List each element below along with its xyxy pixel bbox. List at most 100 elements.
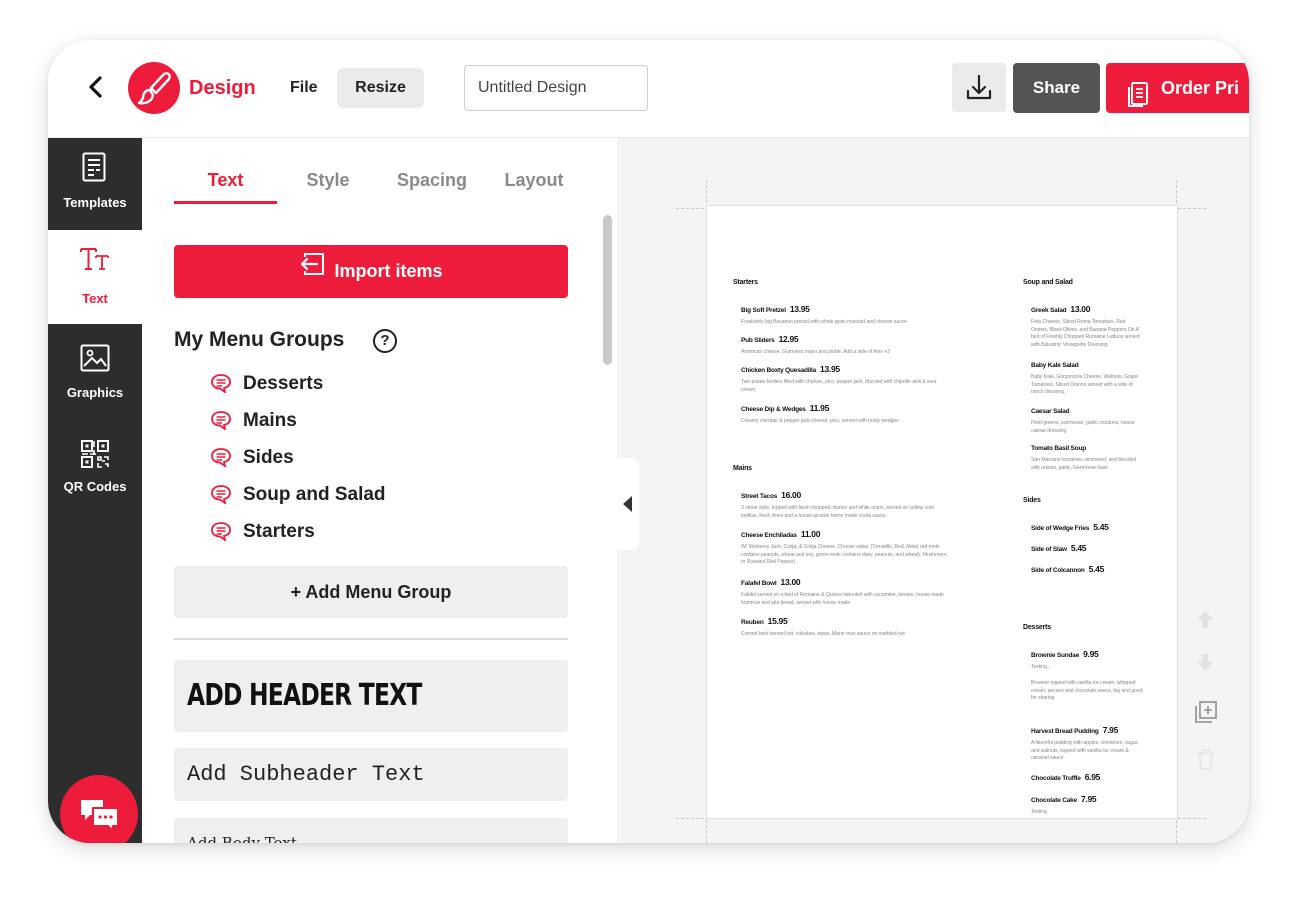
templates-icon: [82, 152, 106, 182]
help-icon[interactable]: ?: [373, 329, 397, 353]
menu-item-price: 13.00: [780, 577, 801, 587]
menu-item-name: Cheese Enchiladas: [741, 532, 797, 539]
menu-item-name: Greek Salad: [1031, 307, 1067, 314]
menu-section-heading[interactable]: Starters: [733, 279, 758, 286]
menu-item[interactable]: Big Soft Pretzel 13.95 Freakishly big Bava…: [741, 299, 951, 327]
import-items-button[interactable]: Import items: [174, 245, 568, 298]
menu-item-description: Field greens, parmesan, garlic croutons,…: [1031, 420, 1135, 434]
brand-label: Design: [189, 77, 256, 99]
menu-item-price: 6.95: [1084, 772, 1101, 782]
menu-item[interactable]: Brownie Sundae 9.95 Testing...: [1031, 644, 1143, 672]
menu-item[interactable]: Street Tacos 16.00 3 street style, topped …: [741, 485, 951, 520]
arrow-down-icon[interactable]: [1194, 652, 1216, 674]
add-menu-group-button[interactable]: + Add Menu Group: [174, 566, 568, 618]
menu-group-label: Starters: [243, 521, 315, 542]
menu-item-price: 9.95: [1083, 649, 1099, 659]
import-icon: [299, 244, 325, 297]
menu-groups-heading: My Menu Groups: [174, 328, 345, 351]
menu-item-price: 11.95: [809, 403, 830, 413]
left-rail: Templates Text Graphics QR Codes: [48, 138, 142, 843]
caret-left-icon: [623, 496, 632, 512]
menu-item[interactable]: Brownie topped with vanilla ice cream, w…: [1031, 678, 1143, 703]
menu-item[interactable]: Greek Salad 13.00 Feta Cheese, Sliced Roma…: [1031, 299, 1143, 349]
menu-item[interactable]: Chocolate Truffle 6.95: [1031, 767, 1143, 785]
text-panel: Text Style Spacing Layout Import items M…: [142, 138, 708, 843]
menu-item-description: Two potato boxties filled with chicken, …: [741, 379, 937, 393]
menu-item-name: Chocolate Truffle: [1031, 775, 1081, 782]
menu-item[interactable]: Pub Sliders 12.95 American cheese, Guinnes…: [741, 329, 951, 357]
paintbrush-icon[interactable]: [128, 62, 180, 114]
menu-item-price: 7.95: [1102, 725, 1119, 735]
menu-item-price: 13.00: [1070, 304, 1091, 314]
menu-item[interactable]: Falafel Bowl 13.00 Falafel served on a bed…: [741, 572, 951, 607]
menu-item-name: Big Soft Pretzel: [741, 307, 786, 314]
resize-button[interactable]: Resize: [337, 68, 424, 108]
menu-item-price: 7.95: [1080, 794, 1097, 804]
menu-item[interactable]: Chicken Boxty Quesadilla 13.95 Two potato …: [741, 359, 951, 394]
chevron-left-icon[interactable]: [84, 73, 108, 101]
menu-item-name: Side of Slaw: [1031, 546, 1067, 553]
speech-bubble-icon: [211, 374, 231, 393]
menu-item-description: Brownie topped with vanilla ice cream, w…: [1031, 680, 1143, 701]
menu-item[interactable]: Baby Kale Salad Baby Kale, Gorgonzola Che…: [1031, 354, 1143, 397]
speech-bubble-icon: [211, 485, 231, 504]
order-print-label: Order Pri: [1161, 78, 1240, 98]
arrow-up-icon[interactable]: [1194, 608, 1216, 630]
chat-button[interactable]: [60, 775, 138, 843]
add-body-text-button[interactable]: Add Body Text: [174, 818, 568, 843]
menu-item[interactable]: Side of Colcannon 5.45: [1031, 559, 1143, 577]
menu-section-heading[interactable]: Mains: [733, 465, 752, 472]
menu-section-heading[interactable]: Sides: [1023, 497, 1041, 504]
menu-item-price: 11.00: [800, 529, 821, 539]
chat-bubbles-icon: [81, 800, 119, 832]
rail-item-qr-codes[interactable]: QR Codes: [48, 422, 142, 514]
menu-item[interactable]: Tomato Basil Soup San Marzano tomatoes si…: [1031, 437, 1143, 472]
menu-item[interactable]: Side of Wedge Fries 5.45: [1031, 517, 1143, 535]
rail-label-text: Text: [82, 291, 108, 306]
menu-item-description: 3 street style, topped with fresh choppe…: [741, 505, 935, 519]
collapse-panel-button[interactable]: [618, 458, 639, 550]
menu-item[interactable]: Harvest Bread Pudding 7.95 A flavorful pud…: [1031, 720, 1143, 763]
menu-item-description: Baby Kale, Gorgonzola Cheese, Walnuts, G…: [1031, 374, 1138, 395]
speech-bubble-icon: [211, 448, 231, 467]
rail-item-templates[interactable]: Templates: [48, 138, 142, 230]
menu-section-heading[interactable]: Soup and Salad: [1023, 279, 1073, 286]
app-window: Design File Resize Share Order Pri: [48, 40, 1249, 843]
trash-icon[interactable]: [1196, 748, 1218, 770]
download-button[interactable]: [952, 63, 1006, 112]
menu-item-name: Pub Sliders: [741, 337, 775, 344]
menu-item-price: 13.95: [789, 304, 810, 314]
menu-section-heading[interactable]: Desserts: [1023, 624, 1051, 631]
menu-item[interactable]: Cheese Dip & Wedges 11.95 Creamy cheddar &…: [741, 398, 951, 426]
menu-item-description: San Marzano tomatoes simmered, and blend…: [1031, 457, 1137, 471]
add-subheader-text-button[interactable]: Add Subheader Text: [174, 748, 568, 801]
tab-spacing[interactable]: Spacing: [384, 162, 480, 204]
menu-item[interactable]: Side of Slaw 5.45: [1031, 538, 1143, 556]
speech-bubble-icon: [211, 411, 231, 430]
menu-item-name: Brownie Sundae: [1031, 652, 1080, 659]
panel-scrollbar[interactable]: [603, 215, 612, 365]
tab-layout[interactable]: Layout: [486, 162, 582, 204]
menu-item-price: 5.45: [1093, 522, 1109, 532]
menu-item[interactable]: Caesar Salad Field greens, parmesan, garl…: [1031, 400, 1143, 435]
tab-text[interactable]: Text: [174, 162, 277, 204]
tab-style[interactable]: Style: [280, 162, 376, 204]
menu-item[interactable]: Reuben 15.95 Corned beef served hot, coles…: [741, 611, 951, 639]
share-button[interactable]: Share: [1013, 63, 1100, 113]
menu-item-description: W/ Monterey Jack, Cotija, & Cotija Chees…: [741, 544, 948, 565]
design-title-input[interactable]: [464, 65, 648, 111]
menu-item-name: Side of Colcannon: [1031, 567, 1085, 574]
menu-item-description: Feta Cheese, Sliced Roma Tomatoes, Red O…: [1031, 319, 1140, 348]
menu-item[interactable]: Cheese Enchiladas 11.00 W/ Monterey Jack, …: [741, 524, 951, 567]
rail-item-graphics[interactable]: Graphics: [48, 326, 142, 418]
menu-item-price: 15.95: [767, 616, 788, 626]
menu-page[interactable]: Starters Big Soft Pretzel 13.95 Freakishly …: [707, 206, 1177, 818]
menu-item-description: Corned beef served hot, coleslaw, swiss,…: [741, 631, 905, 637]
add-header-text-button[interactable]: ADD HEADER TEXT: [174, 660, 568, 732]
order-print-button[interactable]: Order Pri: [1106, 63, 1249, 113]
file-menu-button[interactable]: File: [280, 69, 328, 107]
qr-code-icon: [81, 440, 109, 468]
rail-item-text[interactable]: Text: [48, 230, 142, 324]
duplicate-icon[interactable]: [1194, 700, 1217, 723]
menu-item[interactable]: Chocolate Cake 7.95 Testing: [1031, 789, 1143, 817]
